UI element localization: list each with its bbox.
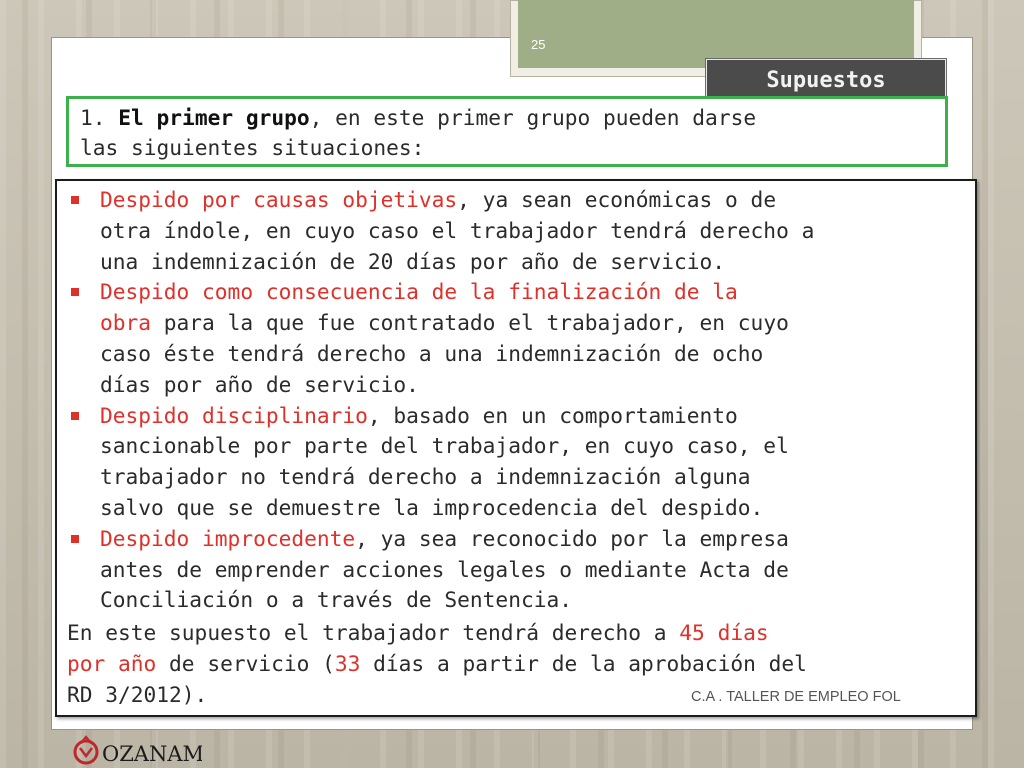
body-text: sancionable por parte del trabajador, en… — [100, 433, 789, 459]
body-text: trabajador no tendrá derecho a indemniza… — [100, 464, 751, 490]
text-line: caso éste tendrá derecho a una indemniza… — [100, 339, 814, 370]
body-text: para la que fue contratado el trabajador… — [151, 310, 789, 336]
intro-line-1: 1. El primer grupo, en este primer grupo… — [80, 103, 935, 133]
bullet-item: Despido por causas objetivas, ya sean ec… — [67, 185, 814, 277]
highlight-text: 45 días — [679, 620, 769, 645]
logo-text: OZANAM — [102, 742, 202, 766]
body-text: En este supuesto el trabajador tendrá de… — [67, 620, 680, 645]
highlight-text: obra — [100, 310, 152, 336]
text-line: trabajador no tendrá derecho a indemniza… — [100, 462, 814, 493]
intro-number: 1. — [80, 105, 106, 130]
text-line: Despido disciplinario, basado en un comp… — [100, 401, 814, 432]
highlight-text: Despido por causas objetivas — [100, 187, 458, 212]
bullet-item: Despido improcedente, ya sea reconocido … — [67, 524, 814, 616]
highlight-text: Despido improcedente — [100, 525, 356, 551]
bullet-item: Despido disciplinario, basado en un comp… — [67, 401, 814, 524]
intro-box: 1. El primer grupo, en este primer grupo… — [66, 96, 948, 167]
square-bullet-icon — [71, 411, 79, 420]
body-text: días por año de servicio. — [100, 371, 419, 397]
header-green-block — [518, 0, 914, 68]
text-line: una indemnización de 20 días por año de … — [100, 247, 814, 278]
content-box: Despido por causas objetivas, ya sean ec… — [55, 179, 977, 717]
body-text: una indemnización de 20 días por año de … — [100, 248, 726, 274]
square-bullet-icon — [71, 196, 79, 204]
text-line: por año de servicio (33 días a partir de… — [67, 649, 807, 680]
page-number: 25 — [531, 37, 546, 52]
text-line: sancionable por parte del trabajador, en… — [100, 431, 814, 462]
body-text: antes de emprender acciones legales o me… — [100, 556, 789, 582]
highlight-text: 33 — [334, 650, 361, 676]
body-text: RD 3/2012). — [67, 681, 208, 707]
logo-mark-icon — [73, 735, 99, 765]
text-line: Despido como consecuencia de la finaliza… — [100, 277, 814, 308]
bullet-item: Despido como consecuencia de la finaliza… — [67, 277, 814, 400]
footer-text: C.A . TALLER DE EMPLEO FOL — [691, 689, 901, 705]
body-text: , ya sean económicas o de — [457, 187, 777, 212]
text-line: Despido improcedente, ya sea reconocido … — [100, 524, 814, 555]
text-line: antes de emprender acciones legales o me… — [100, 555, 814, 586]
body-text: Conciliación o a través de Sentencia. — [100, 587, 572, 613]
text-line: Despido por causas objetivas, ya sean ec… — [100, 185, 814, 216]
text-line: Conciliación o a través de Sentencia. — [100, 585, 814, 616]
text-line: días por año de servicio. — [100, 370, 814, 401]
text-line: obra para la que fue contratado el traba… — [100, 308, 814, 339]
square-bullet-icon — [71, 288, 79, 297]
body-text: , ya sea reconocido por la empresa — [355, 525, 789, 551]
body-text: caso éste tendrá derecho a una indemniza… — [100, 340, 764, 366]
highlight-text: por año — [67, 650, 157, 676]
text-line: salvo que se demuestre la improcedencia … — [100, 493, 814, 524]
body-text: , basado en un comportamiento — [367, 402, 738, 428]
body-text: salvo que se demuestre la improcedencia … — [100, 494, 764, 520]
text-line: otra índole, en cuyo caso el trabajador … — [100, 216, 814, 247]
bullet-list: Despido por causas objetivas, ya sean ec… — [67, 185, 814, 616]
body-text: otra índole, en cuyo caso el trabajador … — [100, 217, 815, 243]
body-text: días a partir de la aprobación del — [360, 650, 807, 676]
square-bullet-icon — [71, 534, 79, 543]
body-text: de servicio ( — [156, 650, 335, 676]
text-line: En este supuesto el trabajador tendrá de… — [67, 618, 807, 649]
slide-title: Supuestos — [706, 59, 946, 101]
intro-bold: El primer grupo — [118, 105, 310, 130]
intro-rest: , en este primer grupo pueden darse — [309, 105, 757, 130]
ozanam-logo: OZANAM — [73, 735, 202, 766]
highlight-text: Despido disciplinario — [100, 402, 368, 428]
highlight-text: Despido como consecuencia de la finaliza… — [100, 279, 738, 305]
intro-line-2: las siguientes situaciones: — [80, 135, 425, 160]
